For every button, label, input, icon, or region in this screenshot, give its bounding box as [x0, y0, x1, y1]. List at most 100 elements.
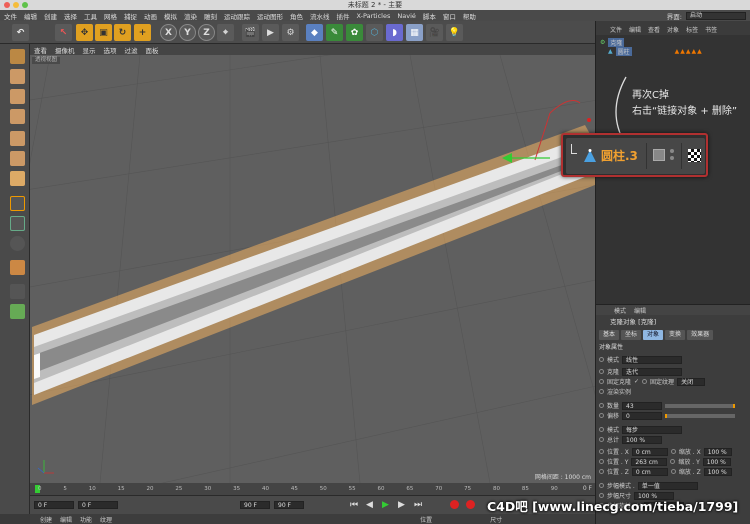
count-field[interactable]: 43 — [622, 401, 663, 410]
object-row-cylinder[interactable]: ▲ 圆柱 ▲▲▲▲▲ — [608, 47, 703, 56]
cube-icon[interactable]: ◆ — [306, 24, 323, 41]
minimize-window-icon[interactable] — [13, 2, 19, 8]
menu-x-particles[interactable]: X-Particles — [357, 12, 391, 20]
menu-plugins[interactable]: 插件 — [337, 11, 350, 21]
viewport-3d[interactable]: 透视视图 网格间距 : 1000 cm — [30, 55, 595, 483]
y-axis-lock-icon[interactable]: Y — [179, 24, 196, 41]
camera-icon[interactable]: 🎥 — [426, 24, 443, 41]
mode-dropdown[interactable]: 线性 — [622, 355, 683, 364]
x-axis-lock-icon[interactable]: X — [160, 24, 177, 41]
viewport-menu-panel[interactable]: 面板 — [146, 45, 159, 55]
coord-system-icon[interactable]: ⌖ — [217, 24, 234, 41]
om-menu-file[interactable]: 文件 — [610, 25, 622, 34]
om-menu-bookmarks[interactable]: 书签 — [705, 25, 717, 34]
add-icon[interactable]: + — [134, 24, 151, 41]
close-window-icon[interactable] — [4, 2, 10, 8]
menu-window[interactable]: 窗口 — [443, 11, 456, 21]
menu-script[interactable]: 脚本 — [423, 11, 436, 21]
editor-visibility-dot[interactable] — [670, 149, 674, 153]
viewport-menu-view[interactable]: 查看 — [34, 45, 47, 55]
current-frame-field[interactable]: 0 F — [78, 501, 118, 509]
uv-icon[interactable] — [10, 304, 25, 319]
attr-menu-mode[interactable]: 模式 — [614, 306, 626, 315]
menu-render[interactable]: 渲染 — [184, 11, 197, 21]
step-forward-icon[interactable]: ▶ — [398, 500, 405, 510]
goto-end-icon[interactable]: ⏭ — [414, 500, 422, 510]
offset-slider[interactable] — [665, 413, 736, 418]
layer-visibility-icon[interactable] — [653, 149, 665, 161]
callout-object-name[interactable]: 圆柱.3 — [601, 147, 638, 164]
floor-icon[interactable]: ▦ — [406, 24, 423, 41]
snap-icon[interactable] — [10, 236, 25, 251]
fix-texture-dropdown[interactable]: 关闭 — [677, 377, 706, 386]
om-menu-tags[interactable]: 标签 — [686, 25, 698, 34]
record-icon[interactable] — [450, 500, 459, 509]
step-back-icon[interactable]: ◀ — [366, 500, 373, 510]
position-z-field[interactable]: 0 cm — [631, 467, 668, 476]
menu-pipeline[interactable]: 流水线 — [310, 11, 330, 21]
object-name[interactable]: 圆柱 — [615, 47, 632, 56]
scale-z-field[interactable]: 100 % — [703, 467, 732, 476]
axis-mode-icon[interactable] — [10, 196, 25, 211]
start-frame-field[interactable]: 0 F — [34, 501, 74, 509]
select-arrow-icon[interactable]: ↖ — [55, 24, 72, 41]
rotate-icon[interactable]: ↻ — [114, 24, 131, 41]
object-row-cloner[interactable]: ⚙ 克隆 — [600, 38, 625, 47]
menu-simulate[interactable]: 模拟 — [164, 11, 177, 21]
zoom-window-icon[interactable] — [22, 2, 28, 8]
tab-object[interactable]: 对象 — [643, 330, 664, 340]
count-slider[interactable] — [665, 403, 736, 408]
position-y-field[interactable]: 263 cm — [631, 457, 668, 466]
offset-field[interactable]: 0 — [622, 411, 663, 420]
menu-mograph[interactable]: 运动图形 — [257, 11, 283, 21]
undo-icon[interactable]: ↶ — [12, 24, 29, 41]
menu-motion-tracking[interactable]: 运动跟踪 — [224, 11, 250, 21]
viewport-menu-options[interactable]: 选项 — [104, 45, 117, 55]
menu-create[interactable]: 创建 — [44, 11, 57, 21]
polygons-mode-icon[interactable] — [10, 171, 25, 186]
position-x-field[interactable]: 0 cm — [631, 447, 668, 456]
menu-file[interactable]: 文件 — [4, 11, 17, 21]
step-mode-dropdown[interactable]: 单一值 — [637, 481, 698, 490]
viewport-menu-cameras[interactable]: 摄像机 — [55, 45, 75, 55]
tab-basic[interactable]: 基本 — [599, 330, 620, 340]
callout-object-row[interactable]: 圆柱.3 — [566, 138, 705, 174]
tab-coord[interactable]: 坐标 — [621, 330, 642, 340]
autokey-icon[interactable] — [466, 500, 475, 509]
tweak-icon[interactable] — [10, 216, 25, 231]
z-axis-lock-icon[interactable]: Z — [198, 24, 215, 41]
deformer-icon[interactable]: ◗ — [386, 24, 403, 41]
preview-end-field[interactable]: 90 F — [274, 501, 304, 509]
render-settings-icon[interactable]: ⚙ — [282, 24, 299, 41]
layout-dropdown[interactable]: 启动 — [686, 11, 746, 20]
subdivision-icon[interactable]: ✿ — [346, 24, 363, 41]
workplane-icon[interactable] — [10, 109, 25, 124]
menu-help[interactable]: 帮助 — [463, 11, 476, 21]
timeline-ruler[interactable]: 0 5 10 15 20 25 30 35 40 45 50 55 60 65 … — [30, 483, 595, 495]
material-menu-create[interactable]: 创建 — [40, 515, 52, 524]
scale-x-field[interactable]: 100 % — [703, 447, 732, 456]
end-frame-field[interactable]: 90 F — [240, 501, 270, 509]
mograph-icon[interactable]: ⬡ — [366, 24, 383, 41]
menu-tools[interactable]: 工具 — [84, 11, 97, 21]
tab-transform[interactable]: 变换 — [665, 330, 686, 340]
menu-navie[interactable]: Navié — [397, 12, 416, 20]
menu-character[interactable]: 角色 — [290, 11, 303, 21]
om-menu-object[interactable]: 对象 — [667, 25, 679, 34]
menu-animate[interactable]: 动画 — [144, 11, 157, 21]
object-name[interactable]: 克隆 — [608, 38, 625, 47]
menu-snap[interactable]: 捕捉 — [124, 11, 137, 21]
render-picture-viewer-icon[interactable]: ▶ — [262, 24, 279, 41]
magnet-icon[interactable] — [10, 260, 25, 275]
fix-clone-check-icon[interactable]: ✓ — [634, 378, 639, 385]
material-menu-function[interactable]: 功能 — [80, 515, 92, 524]
tab-effectors[interactable]: 效果器 — [687, 330, 714, 340]
make-editable-icon[interactable] — [10, 49, 25, 64]
render-view-icon[interactable]: 🎬 — [242, 24, 259, 41]
play-icon[interactable]: ▶ — [382, 500, 389, 510]
render-visibility-dot[interactable] — [670, 156, 674, 160]
layers-icon[interactable] — [10, 284, 25, 299]
menu-select[interactable]: 选择 — [64, 11, 77, 21]
viewport-menu-display[interactable]: 显示 — [83, 45, 96, 55]
goto-start-icon[interactable]: ⏮ — [350, 500, 358, 510]
